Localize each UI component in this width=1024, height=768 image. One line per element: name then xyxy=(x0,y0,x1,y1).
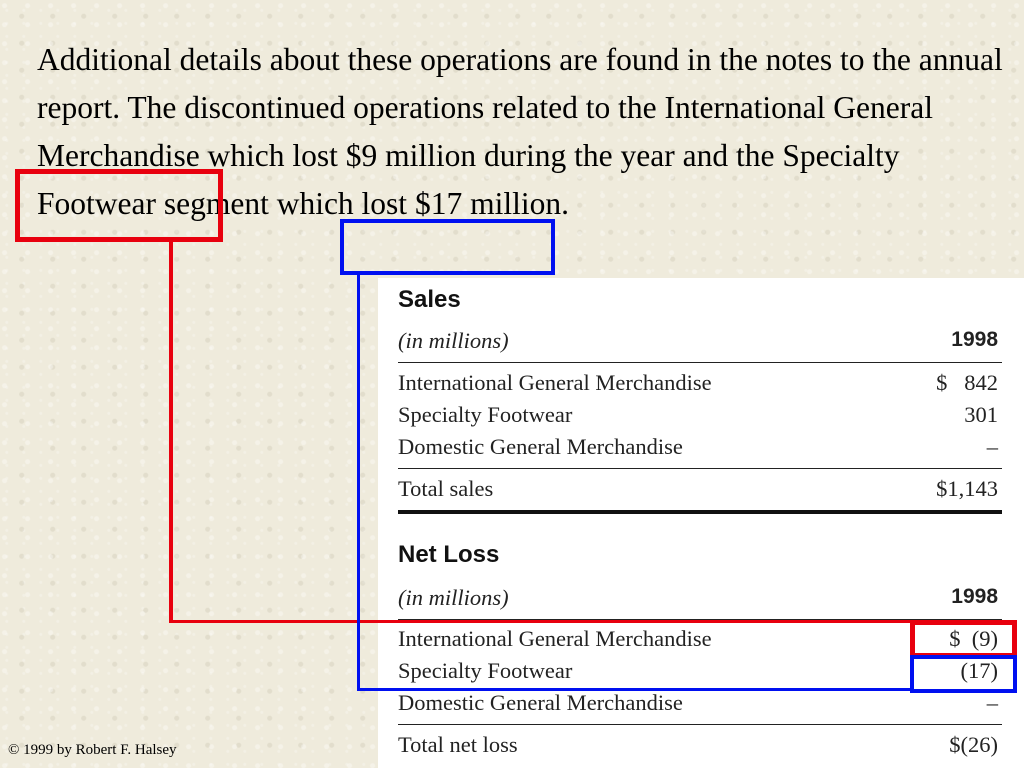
table-row: Specialty Footwear 301 xyxy=(398,402,998,432)
row-label: International General Merchandise xyxy=(398,626,712,651)
row-value: $(26) xyxy=(949,732,998,757)
row-value: 301 xyxy=(964,402,998,427)
row-label: International General Merchandise xyxy=(398,370,712,395)
sales-total-rule xyxy=(398,468,1002,469)
row-value: $1,143 xyxy=(936,476,998,501)
sales-subheader: (in millions) 1998 xyxy=(398,328,998,358)
table-row: Specialty Footwear (17) xyxy=(398,658,998,688)
red-highlight-box-text xyxy=(15,169,223,242)
blue-connector-horizontal xyxy=(357,688,912,691)
table-row: International General Merchandise $ (9) xyxy=(398,626,998,656)
sales-title: Sales xyxy=(398,286,461,313)
net-loss-subheader: (in millions) 1998 xyxy=(398,585,998,615)
section-divider xyxy=(398,510,1002,514)
table-row: International General Merchandise $ 842 xyxy=(398,370,998,400)
blue-highlight-box-text xyxy=(340,219,555,275)
row-label: Specialty Footwear xyxy=(398,658,573,683)
net-loss-year-label: 1998 xyxy=(951,585,998,608)
red-connector-vertical xyxy=(169,240,173,623)
row-value: $ 842 xyxy=(936,370,998,395)
row-label: Domestic General Merchandise xyxy=(398,434,683,459)
financial-table: Sales (in millions) 1998 International G… xyxy=(378,278,1024,768)
copyright-footer: © 1999 by Robert F. Halsey xyxy=(8,742,177,758)
red-highlight-box-table xyxy=(910,620,1017,658)
table-row: Domestic General Merchandise – xyxy=(398,690,998,720)
red-connector-horizontal xyxy=(169,620,912,623)
blue-connector-vertical xyxy=(357,274,360,691)
sales-header-rule xyxy=(398,362,1002,363)
net-loss-total-rule xyxy=(398,724,1002,725)
net-loss-total-row: Total net loss $(26) xyxy=(398,732,998,762)
row-value: – xyxy=(986,690,998,715)
sales-total-row: Total sales $1,143 xyxy=(398,476,998,506)
table-row: Domestic General Merchandise – xyxy=(398,434,998,464)
row-label: Domestic General Merchandise xyxy=(398,690,683,715)
row-label: Total sales xyxy=(398,476,494,501)
sales-units-label: (in millions) xyxy=(398,328,509,353)
row-label: Specialty Footwear xyxy=(398,402,573,427)
net-loss-units-label: (in millions) xyxy=(398,585,509,610)
row-label: Total net loss xyxy=(398,732,518,757)
sales-year-label: 1998 xyxy=(951,328,998,351)
net-loss-title: Net Loss xyxy=(398,541,500,568)
blue-highlight-box-table xyxy=(910,655,1017,693)
row-value: – xyxy=(986,434,998,459)
